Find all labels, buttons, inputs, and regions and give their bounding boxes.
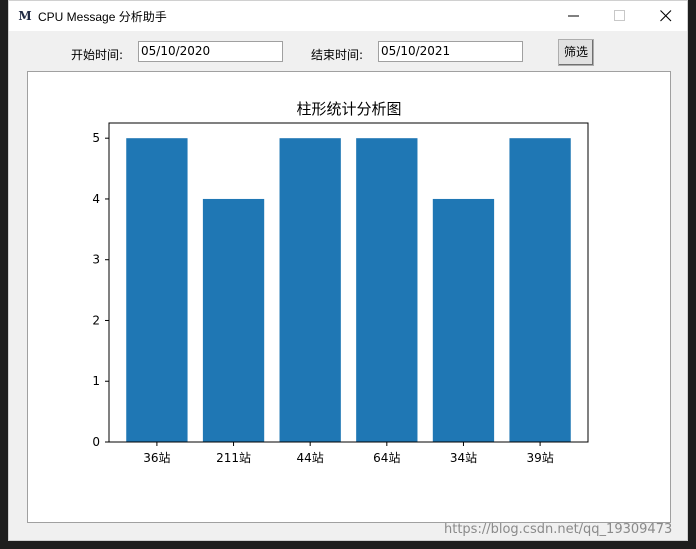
watermark: https://blog.csdn.net/qq_19309473 <box>444 522 673 537</box>
bar <box>432 198 495 442</box>
filter-button[interactable]: 筛选 <box>558 39 594 66</box>
bar <box>202 198 265 442</box>
end-date-input[interactable]: 05/10/2021 <box>378 41 523 62</box>
y-tick-label: 4 <box>92 192 100 206</box>
x-tick-label: 44站 <box>297 451 324 465</box>
app-icon: M <box>18 9 32 23</box>
minimize-button[interactable] <box>551 1 597 31</box>
y-tick-label: 1 <box>92 374 100 388</box>
bar <box>356 138 418 442</box>
title-bar[interactable]: M CPU Message 分析助手 <box>9 1 687 31</box>
minimize-icon <box>568 15 579 17</box>
chart-title: 柱形统计分析图 <box>296 100 401 118</box>
x-tick-label: 39站 <box>526 451 553 465</box>
x-tick-label: 36站 <box>143 451 170 465</box>
window-title: CPU Message 分析助手 <box>38 10 167 24</box>
bar <box>279 138 341 442</box>
x-tick-label: 34站 <box>450 451 477 465</box>
start-date-input[interactable]: 05/10/2020 <box>138 41 283 62</box>
bar-chart: 柱形统计分析图 36站 211站 44站 64站 34站 39站 0 1 2 3 4 5 <box>92 100 589 465</box>
bar <box>126 138 188 442</box>
close-button[interactable] <box>643 1 689 31</box>
y-tick-label: 2 <box>92 313 100 327</box>
maximize-button[interactable] <box>597 1 643 31</box>
x-tick-label: 211站 <box>216 451 251 465</box>
app-window: M CPU Message 分析助手 开始时间: 05/10/2020 结束时间… <box>8 0 688 541</box>
bar <box>509 138 571 442</box>
close-icon <box>660 10 672 22</box>
maximize-icon <box>614 10 625 21</box>
end-time-label: 结束时间: <box>311 48 364 62</box>
y-tick-label: 0 <box>92 435 100 449</box>
y-tick-label: 3 <box>92 253 100 267</box>
y-tick-label: 5 <box>92 131 100 145</box>
chart-panel: 柱形统计分析图 36站 211站 44站 64站 34站 39站 0 1 2 3 4 5 <box>27 71 671 523</box>
start-time-label: 开始时间: <box>71 48 124 62</box>
x-tick-label: 64站 <box>373 451 400 465</box>
